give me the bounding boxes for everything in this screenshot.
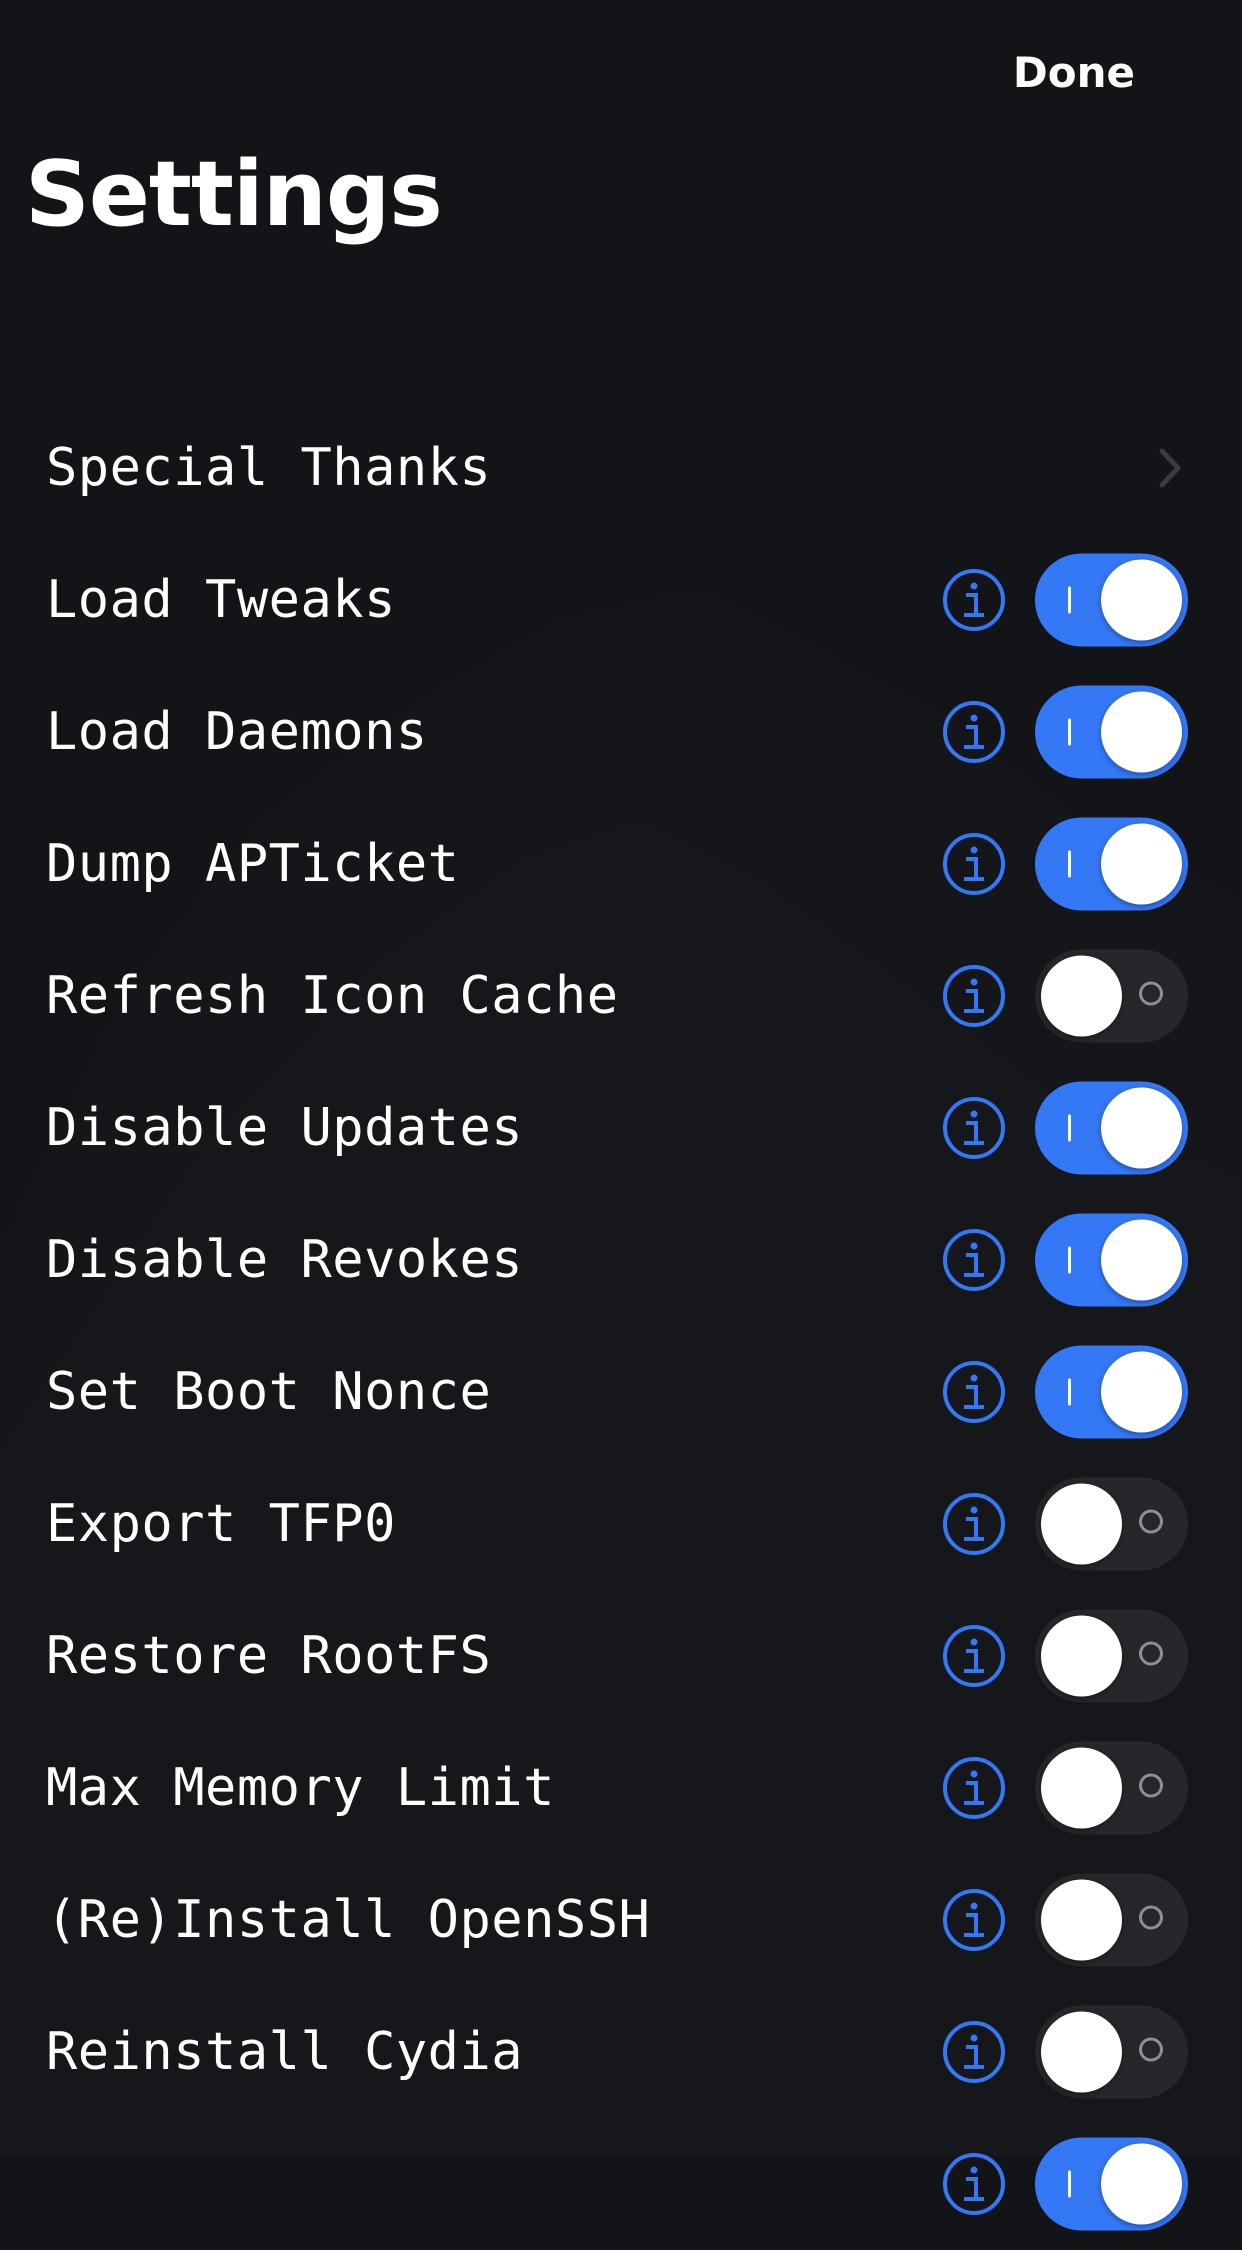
settings-row-special-thanks[interactable]: Special Thanks <box>0 402 1242 534</box>
toggle-knob <box>1041 955 1122 1037</box>
max-memory-limit-toggle[interactable] <box>1035 1741 1188 1835</box>
toggle-off-mark <box>1139 1905 1163 1930</box>
toggle-off-mark <box>1139 2037 1163 2062</box>
info-icon[interactable] <box>942 1228 1006 1292</box>
row-label: Disable Revokes <box>46 1230 524 1290</box>
info-icon[interactable] <box>942 1888 1006 1952</box>
set-boot-nonce-toggle[interactable] <box>1035 1345 1188 1439</box>
export-tfp0-toggle[interactable] <box>1035 1477 1188 1571</box>
page-title: Settings <box>25 142 443 247</box>
toggle-knob <box>1101 559 1182 641</box>
row-label: Load Tweaks <box>46 570 396 630</box>
toggle-on-mark <box>1068 1246 1071 1274</box>
toggle-knob <box>1041 1879 1122 1961</box>
row-label: Export TFP0 <box>46 1494 396 1554</box>
row-label: Refresh Icon Cache <box>46 966 619 1026</box>
info-icon[interactable] <box>942 700 1006 764</box>
info-icon[interactable] <box>942 964 1006 1028</box>
toggle-off-mark <box>1139 1641 1163 1666</box>
load-tweaks-toggle[interactable] <box>1035 553 1188 647</box>
row-label: Max Memory Limit <box>46 1758 555 1818</box>
settings-row-disable-revokes: Disable Revokes <box>0 1194 1242 1326</box>
info-icon[interactable] <box>942 1360 1006 1424</box>
info-icon[interactable] <box>942 1492 1006 1556</box>
load-daemons-toggle[interactable] <box>1035 685 1188 779</box>
toggle-knob <box>1041 1615 1122 1697</box>
toggle-knob <box>1041 2011 1122 2093</box>
reinstall-openssh-toggle[interactable] <box>1035 1873 1188 1967</box>
row-label: Special Thanks <box>46 438 492 498</box>
info-icon[interactable] <box>942 1096 1006 1160</box>
settings-row-reinstall-openssh: (Re)Install OpenSSH <box>0 1854 1242 1986</box>
row-label: Dump APTicket <box>46 834 460 894</box>
settings-row-max-memory-limit: Max Memory Limit <box>0 1722 1242 1854</box>
row-label: Reinstall Cydia <box>46 2022 524 2082</box>
info-icon[interactable] <box>942 2152 1006 2216</box>
row-label: Disable Updates <box>46 1098 524 1158</box>
toggle-on-mark <box>1068 1114 1071 1142</box>
reinstall-cydia-toggle[interactable] <box>1035 2005 1188 2099</box>
settings-row-dump-apticket: Dump APTicket <box>0 798 1242 930</box>
info-icon[interactable] <box>942 2020 1006 2084</box>
settings-row-load-tweaks: Load Tweaks <box>0 534 1242 666</box>
toggle-off-mark <box>1139 981 1163 1006</box>
settings-row-reinstall-cydia: Reinstall Cydia <box>0 1986 1242 2118</box>
toggle-knob <box>1101 1219 1182 1301</box>
info-icon[interactable] <box>942 832 1006 896</box>
settings-row-partial <box>0 2118 1242 2250</box>
toggle-on-mark <box>1068 2170 1071 2198</box>
settings-row-load-daemons: Load Daemons <box>0 666 1242 798</box>
toggle-off-mark <box>1139 1773 1163 1798</box>
settings-row-disable-updates: Disable Updates <box>0 1062 1242 1194</box>
toggle-knob <box>1101 691 1182 773</box>
toggle-knob <box>1041 1483 1122 1565</box>
toggle-on-mark <box>1068 850 1071 878</box>
info-icon[interactable] <box>942 1756 1006 1820</box>
settings-list: Special Thanks Load Tweaks Load Daemons <box>0 402 1242 2250</box>
restore-rootfs-toggle[interactable] <box>1035 1609 1188 1703</box>
disable-revokes-toggle[interactable] <box>1035 1213 1188 1307</box>
info-icon[interactable] <box>942 568 1006 632</box>
toggle-on-mark <box>1068 1378 1071 1406</box>
settings-row-restore-rootfs: Restore RootFS <box>0 1590 1242 1722</box>
row-label: Load Daemons <box>46 702 428 762</box>
toggle-on-mark <box>1068 718 1071 746</box>
chevron-right-icon <box>1159 448 1181 488</box>
toggle-knob <box>1041 1747 1122 1829</box>
row-label: Set Boot Nonce <box>46 1362 492 1422</box>
info-icon[interactable] <box>942 1624 1006 1688</box>
refresh-icon-cache-toggle[interactable] <box>1035 949 1188 1043</box>
toggle-on-mark <box>1068 586 1071 614</box>
partial-row-toggle[interactable] <box>1035 2137 1188 2231</box>
dump-apticket-toggle[interactable] <box>1035 817 1188 911</box>
toggle-knob <box>1101 2143 1182 2225</box>
disable-updates-toggle[interactable] <box>1035 1081 1188 1175</box>
settings-row-export-tfp0: Export TFP0 <box>0 1458 1242 1590</box>
toggle-off-mark <box>1139 1509 1163 1534</box>
toggle-knob <box>1101 1087 1182 1169</box>
row-label: (Re)Install OpenSSH <box>46 1890 651 1950</box>
settings-row-refresh-icon-cache: Refresh Icon Cache <box>0 930 1242 1062</box>
toggle-knob <box>1101 823 1182 905</box>
settings-row-set-boot-nonce: Set Boot Nonce <box>0 1326 1242 1458</box>
row-label: Restore RootFS <box>46 1626 492 1686</box>
done-button[interactable]: Done <box>1013 48 1135 97</box>
toggle-knob <box>1101 1351 1182 1433</box>
